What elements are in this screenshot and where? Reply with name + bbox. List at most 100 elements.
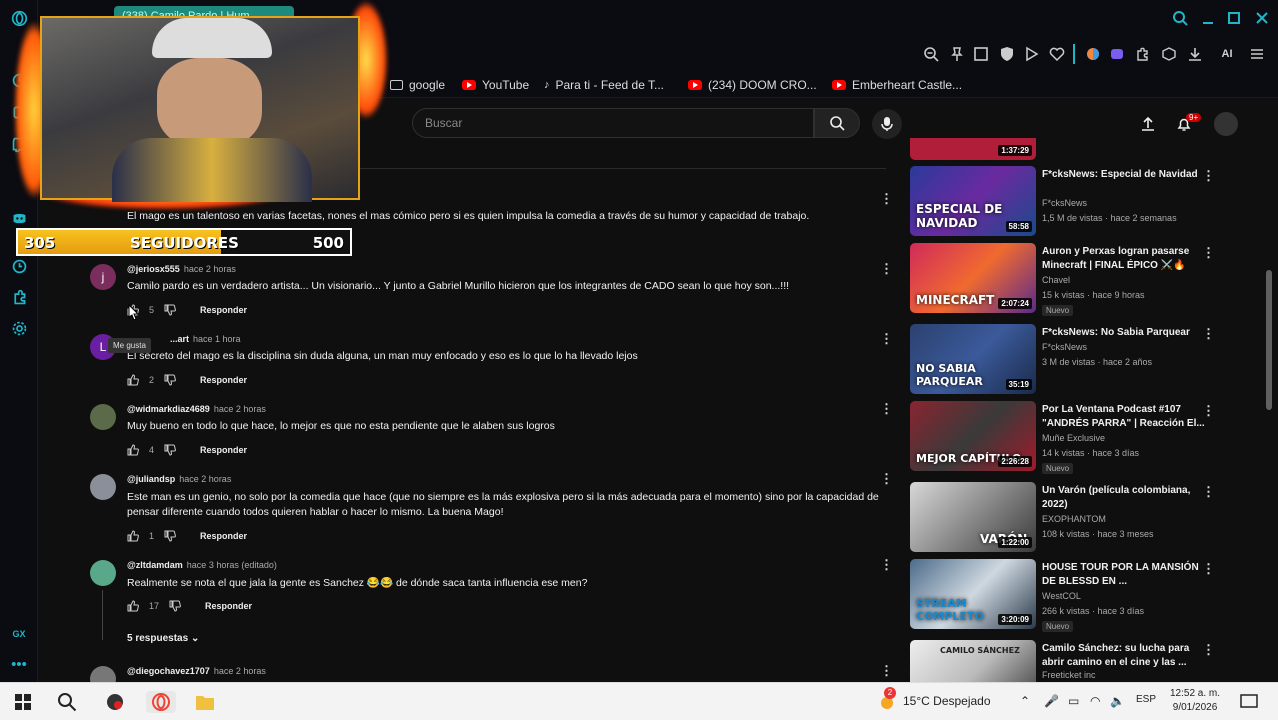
video-thumbnail[interactable]: MEJOR CAPÍTULO 2:26:28 (910, 401, 1036, 471)
dislike-icon[interactable] (164, 444, 176, 456)
video-title[interactable]: HOUSE TOUR POR LA MANSIÓN DE BLESSD EN .… (1042, 561, 1212, 589)
dislike-icon[interactable] (164, 374, 176, 386)
more-options-icon[interactable]: ⋮ (880, 558, 893, 572)
upload-icon[interactable] (1136, 112, 1160, 136)
menu-icon[interactable] (1248, 45, 1266, 63)
avatar[interactable] (1214, 112, 1238, 136)
related-video[interactable]: MEJOR CAPÍTULO 2:26:28 Por La Ventana Pod… (910, 401, 1240, 474)
file-explorer-icon[interactable] (194, 691, 216, 713)
gx-label[interactable]: GX (9, 624, 29, 644)
comment-time[interactable]: hace 2 horas (214, 404, 266, 414)
more-icon[interactable]: ••• (9, 654, 29, 674)
zoom-out-icon[interactable] (922, 45, 940, 63)
battery-icon[interactable]: ▭ (1068, 694, 1079, 708)
language-indicator[interactable]: ESP (1136, 694, 1156, 705)
bookmark-tiktok[interactable]: ♪ Para ti - Feed de T... (544, 77, 664, 93)
cube-icon[interactable] (1160, 45, 1178, 63)
video-channel[interactable]: Freeticket inc (1042, 670, 1096, 680)
comment-author[interactable]: @diegochavez1707 (127, 666, 210, 676)
app-icon[interactable] (104, 691, 126, 713)
more-options-icon[interactable]: ⋮ (1202, 245, 1215, 261)
video-thumbnail[interactable]: MINECRAFT 2:07:24 (910, 243, 1036, 313)
avatar[interactable] (90, 474, 116, 500)
partial-video-thumbnail[interactable]: 1:37:29 (910, 138, 1036, 160)
comment-time[interactable]: hace 3 horas (editado) (187, 560, 277, 570)
search-input[interactable]: Buscar (412, 108, 814, 138)
comment-author[interactable]: ...art (170, 334, 189, 344)
more-options-icon[interactable]: ⋮ (1202, 561, 1215, 577)
weather-text[interactable]: 15°C Despejado (903, 694, 991, 708)
history-icon[interactable] (9, 256, 29, 276)
comment-time[interactable]: hace 2 horas (214, 666, 266, 676)
like-icon[interactable] (127, 374, 139, 386)
messenger-icon[interactable] (1108, 45, 1126, 63)
more-options-icon[interactable]: ⋮ (1202, 484, 1215, 500)
scrollbar[interactable] (1266, 270, 1272, 410)
search-button[interactable] (814, 108, 860, 138)
search-tabs-icon[interactable] (1170, 8, 1190, 28)
bookmark-doom[interactable]: (234) DOOM CRO... (688, 77, 817, 93)
chevron-up-icon[interactable]: ⌃ (1020, 694, 1030, 708)
play-icon[interactable] (1022, 45, 1040, 63)
dislike-icon[interactable] (164, 530, 176, 542)
related-video[interactable]: NO SABIA PARQUEAR 35:19 F*cksNews: No Sab… (910, 324, 1240, 396)
reply-button[interactable]: Responder (200, 531, 247, 541)
more-options-icon[interactable]: ⋮ (1202, 403, 1215, 419)
dislike-icon[interactable] (169, 600, 181, 612)
video-title[interactable]: Camilo Sánchez: su lucha para abrir cami… (1042, 642, 1212, 670)
comment-author[interactable]: @jeriosx555 (127, 264, 180, 274)
more-options-icon[interactable]: ⋮ (1202, 642, 1215, 658)
avatar[interactable]: j (90, 264, 116, 290)
video-thumbnail[interactable]: VARÓN1:22:00 (910, 482, 1036, 552)
bookmark-google[interactable]: google (390, 77, 445, 93)
maximize-icon[interactable] (1224, 8, 1244, 28)
reply-button[interactable]: Responder (200, 445, 247, 455)
download-icon[interactable] (1186, 45, 1204, 63)
video-thumbnail[interactable]: NO SABIA PARQUEAR 35:19 (910, 324, 1036, 394)
more-options-icon[interactable]: ⋮ (880, 664, 893, 678)
voice-search-button[interactable] (872, 109, 902, 139)
pin-icon[interactable] (948, 45, 966, 63)
video-title[interactable]: Auron y Perxas logran pasarse Minecraft … (1042, 245, 1212, 273)
show-replies-button[interactable]: 5 respuestas ⌄ (127, 633, 199, 644)
screenshot-icon[interactable] (972, 45, 990, 63)
bookmark-emberheart[interactable]: Emberheart Castle... (832, 77, 962, 93)
like-icon[interactable] (127, 530, 139, 542)
settings-icon[interactable] (9, 318, 29, 338)
video-thumbnail[interactable]: STREAM COMPLETO 3:20:09 (910, 559, 1036, 629)
avatar[interactable] (90, 560, 116, 586)
video-title[interactable]: F*cksNews: Especial de Navidad (1042, 168, 1212, 182)
video-channel[interactable]: F*cksNews (1042, 198, 1087, 208)
video-channel[interactable]: Muñe Exclusive (1042, 433, 1105, 443)
notification-center-icon[interactable] (1238, 691, 1260, 713)
comment-time[interactable]: hace 2 horas (184, 264, 236, 274)
reply-button[interactable]: Responder (205, 601, 252, 611)
search-icon[interactable] (56, 691, 78, 713)
comment-time[interactable]: hace 1 hora (193, 334, 241, 344)
extensions-icon[interactable] (9, 287, 29, 307)
ai-button[interactable]: AI (1212, 45, 1242, 63)
video-channel[interactable]: WestCOL (1042, 591, 1081, 601)
related-video[interactable]: STREAM COMPLETO 3:20:09 HOUSE TOUR POR LA… (910, 559, 1240, 632)
related-video[interactable]: VARÓN1:22:00 Un Varón (película colombia… (910, 482, 1240, 554)
video-title[interactable]: Por La Ventana Podcast #107 "ANDRÉS PARR… (1042, 403, 1212, 431)
comment-author[interactable]: @zltdamdam (127, 560, 183, 570)
video-title[interactable]: Un Varón (película colombiana, 2022) (1042, 484, 1212, 512)
video-thumbnail[interactable]: ESPECIAL DE NAVIDAD 58:58 (910, 166, 1036, 236)
heart-icon[interactable] (1048, 45, 1066, 63)
like-icon[interactable] (127, 600, 139, 612)
video-channel[interactable]: Chavel (1042, 275, 1070, 285)
more-options-icon[interactable]: ⋮ (1202, 326, 1215, 342)
more-options-icon[interactable]: ⋮ (880, 192, 893, 206)
speaker-icon[interactable]: 🔈 (1110, 694, 1125, 708)
wifi-icon[interactable]: ◠ (1090, 694, 1100, 708)
avatar[interactable] (90, 404, 116, 430)
windows-start-icon[interactable] (12, 691, 34, 713)
more-options-icon[interactable]: ⋮ (880, 332, 893, 346)
clock[interactable]: 12:52 a. m. 9/01/2026 (1170, 687, 1220, 715)
minimize-icon[interactable] (1198, 8, 1218, 28)
reply-button[interactable]: Responder (200, 375, 247, 385)
opera-gx-taskbar-icon[interactable] (146, 691, 176, 713)
comment-time[interactable]: hace 2 horas (179, 474, 231, 484)
reply-button[interactable]: Responder (200, 305, 247, 315)
